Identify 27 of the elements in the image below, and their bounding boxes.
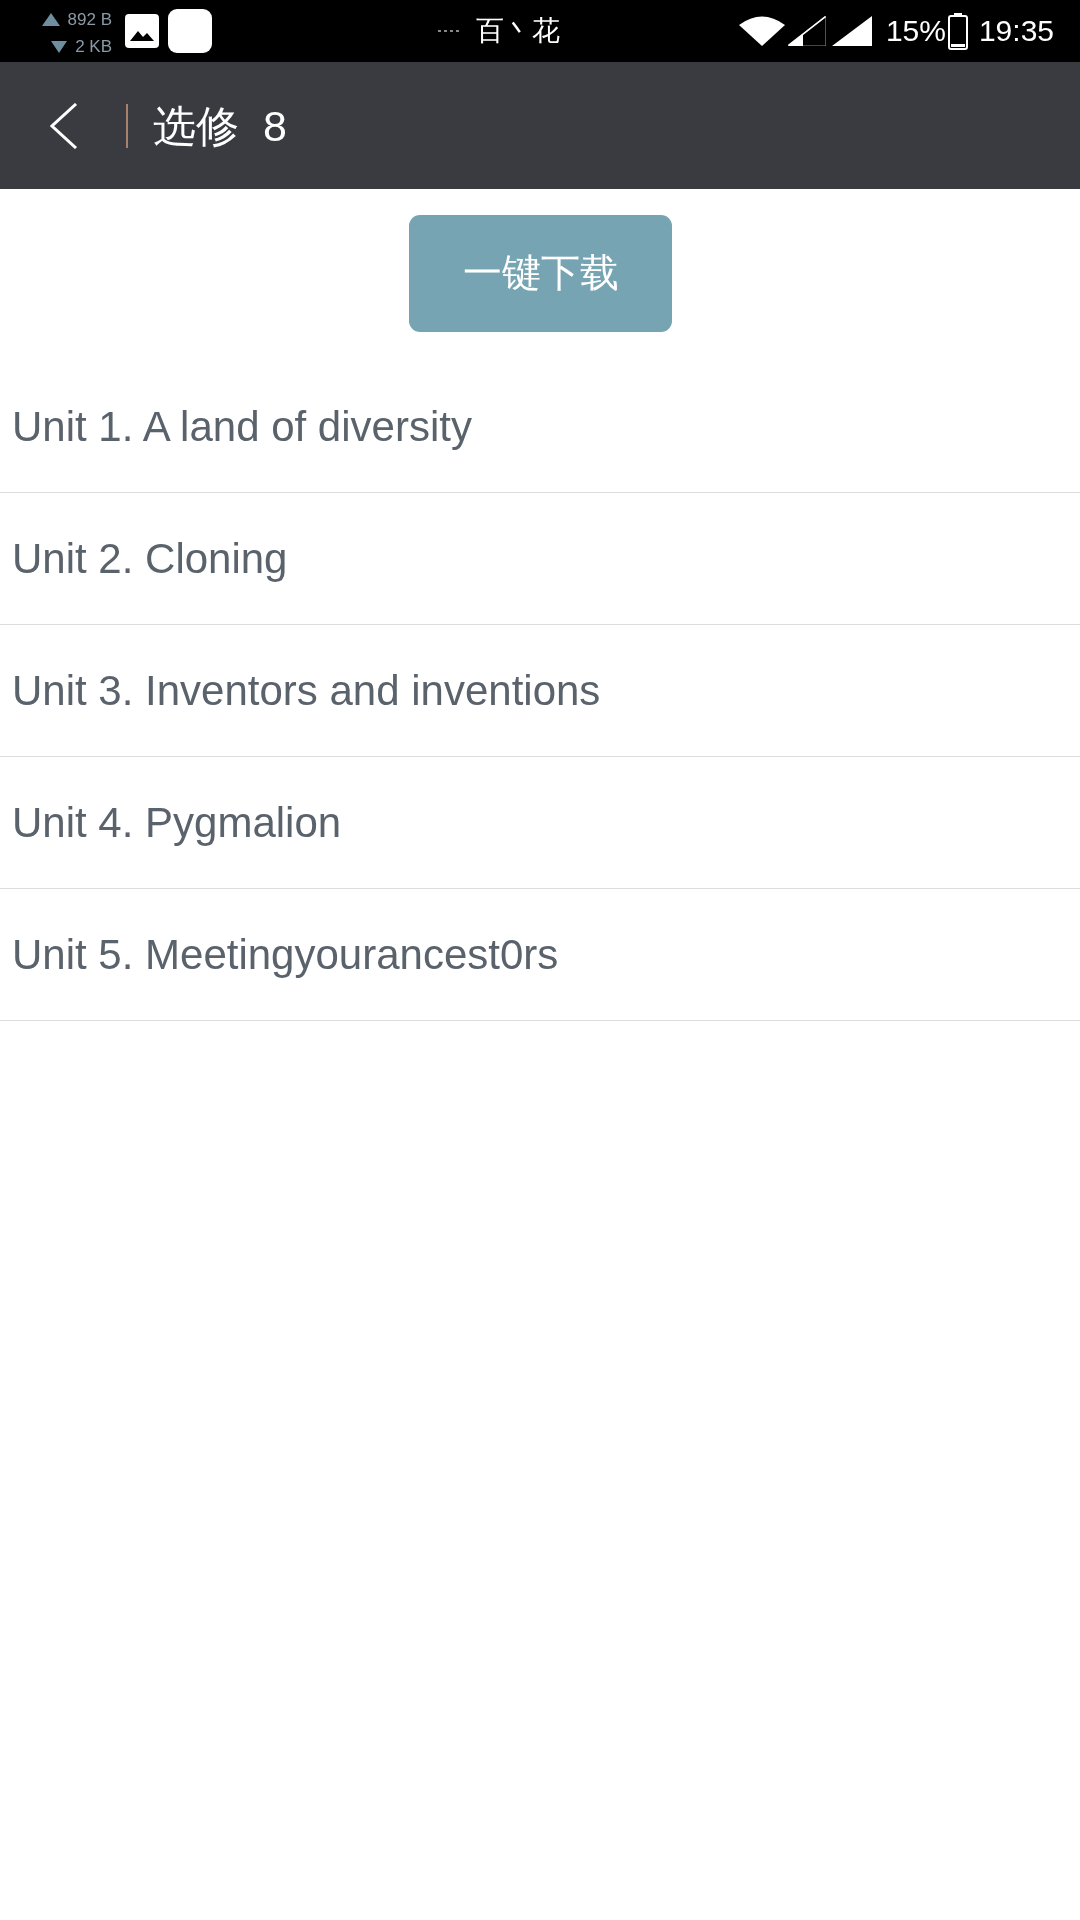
- signal-icon: [787, 16, 826, 46]
- unit-list-item[interactable]: Unit 1. A land of diversity: [0, 361, 1080, 493]
- image-icon: [125, 14, 159, 48]
- back-chevron-icon: [50, 102, 78, 149]
- notification-text: 百丶花: [476, 14, 560, 48]
- page-title: 选修 8: [153, 100, 287, 151]
- unit-list-item[interactable]: Unit 4. Pygmalion: [0, 757, 1080, 889]
- download-speed: 2 KB: [75, 36, 112, 58]
- wifi-icon: [738, 16, 785, 46]
- unit-title: Unit 2. Cloning: [12, 533, 288, 584]
- upload-speed: 892 B: [67, 9, 112, 31]
- unit-title: Unit 3. Inventors and inventions: [12, 665, 601, 716]
- back-button[interactable]: [50, 102, 78, 149]
- unit-list-item[interactable]: Unit 5. Meetingyourancest0rs: [0, 889, 1080, 1021]
- down-triangle-icon: [51, 40, 68, 53]
- dots-icon: [438, 29, 460, 33]
- unit-title: Unit 5. Meetingyourancest0rs: [12, 929, 559, 980]
- clock-time: 19:35: [978, 14, 1054, 48]
- unit-title: Unit 1. A land of diversity: [12, 401, 472, 452]
- unit-list-item[interactable]: Unit 3. Inventors and inventions: [0, 625, 1080, 757]
- battery-icon: [947, 12, 968, 50]
- notification-square-icon: [168, 9, 212, 53]
- signal-icon: [831, 16, 872, 46]
- battery-percent: 15%: [885, 14, 946, 48]
- unit-title: Unit 4. Pygmalion: [12, 797, 342, 848]
- up-triangle-icon: [41, 13, 60, 26]
- unit-list-item[interactable]: Unit 2. Cloning: [0, 493, 1080, 625]
